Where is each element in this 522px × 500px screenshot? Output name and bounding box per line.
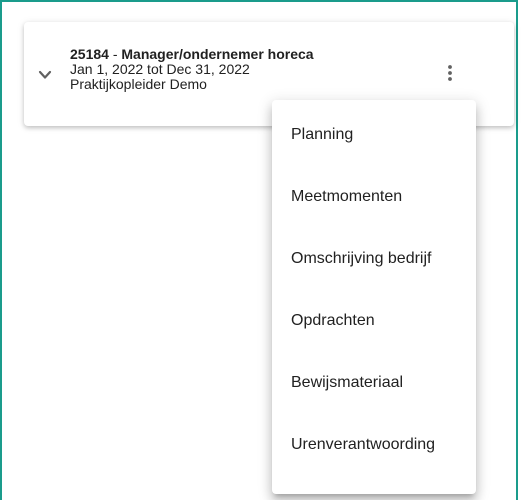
- menu-item-omschrijving-bedrijf[interactable]: Omschrijving bedrijf: [272, 228, 476, 290]
- options-menu: Planning Meetmomenten Omschrijving bedri…: [272, 100, 476, 494]
- menu-item-bewijsmateriaal[interactable]: Bewijsmateriaal: [272, 352, 476, 414]
- menu-item-urenverantwoording[interactable]: Urenverantwoording: [272, 414, 476, 476]
- more-vert-icon: [447, 64, 453, 87]
- menu-item-opdrachten[interactable]: Opdrachten: [272, 290, 476, 352]
- menu-item-meetmomenten[interactable]: Meetmomenten: [272, 166, 476, 228]
- course-name: Manager/ondernemer horeca: [121, 46, 314, 62]
- menu-item-planning[interactable]: Planning: [272, 104, 476, 166]
- enrollment-title: 25184 - Manager/ondernemer horeca: [70, 47, 314, 62]
- enrollment-supervisor: Praktijkopleider Demo: [70, 76, 207, 92]
- app-frame: 25184 - Manager/ondernemer horeca Jan 1,…: [0, 0, 518, 500]
- enrollment-details: 25184 - Manager/ondernemer horeca Jan 1,…: [70, 47, 314, 92]
- more-options-button[interactable]: [438, 62, 462, 88]
- chevron-down-icon[interactable]: [38, 68, 52, 82]
- title-separator: -: [108, 46, 122, 62]
- enrollment-period: Jan 1, 2022 tot Dec 31, 2022: [70, 61, 250, 77]
- course-id: 25184: [70, 46, 109, 62]
